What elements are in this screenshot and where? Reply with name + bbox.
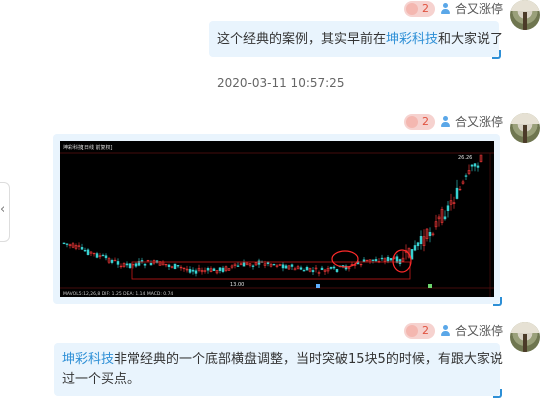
candle-body — [305, 266, 309, 271]
badge-dot-icon — [406, 3, 418, 15]
candle-body — [128, 263, 132, 268]
stock-chart-image[interactable]: 坤彩科技 [日线 前复权] 26.26 13.00 MAVOL5:12,26,8… — [60, 141, 494, 297]
badge-dot-icon — [406, 325, 418, 337]
chart-indicator-row: MAVOL5:12,26,8 DIF: 1.25 DEA: 1.14 MACD:… — [63, 291, 173, 297]
bubble-corner-icon — [492, 50, 501, 59]
message-bubble: 坤彩科技非常经典的一个底部横盘调整，当时突破15块5的时候，有跟大家说 过一个买… — [54, 343, 503, 398]
message-bubble: 坤彩科技 [日线 前复权] 26.26 13.00 MAVOL5:12,26,8… — [53, 134, 502, 306]
candle-body — [95, 253, 99, 258]
candle-body — [416, 242, 420, 247]
bubble-corner-icon — [493, 389, 502, 398]
avatar[interactable] — [510, 0, 540, 30]
candle-body — [221, 267, 225, 272]
candle-body — [443, 216, 447, 220]
user-icon — [440, 325, 451, 336]
candle-body — [257, 260, 261, 265]
candle-body — [380, 257, 384, 260]
badge-dot-icon — [406, 116, 418, 128]
avatar[interactable] — [510, 322, 540, 352]
avatar[interactable] — [510, 113, 540, 143]
candle-body — [464, 175, 468, 177]
stock-link[interactable]: 坤彩科技 — [386, 32, 438, 47]
candle-body — [386, 256, 390, 262]
candle-body — [329, 266, 333, 269]
username[interactable]: 合又涨停 — [440, 113, 503, 130]
username[interactable]: 合又涨停 — [440, 322, 503, 339]
candle-body — [191, 269, 195, 272]
candle-body — [335, 268, 339, 272]
candle-body — [473, 163, 477, 167]
candle-body — [194, 270, 198, 274]
message-timestamp: 2020-03-11 10:57:25 — [217, 76, 345, 90]
candle-body — [410, 249, 414, 260]
candle-body — [167, 264, 171, 267]
candle-body — [83, 249, 87, 252]
highlight-circle — [331, 250, 359, 268]
candlestick-chart: 坤彩科技 [日线 前复权] 26.26 13.00 MAVOL5:12,26,8… — [60, 144, 494, 297]
candle-body — [362, 259, 366, 263]
message-text-line: 坤彩科技非常经典的一个底部横盘调整，当时突破15块5的时候，有跟大家说 — [62, 352, 503, 367]
candle-body — [80, 247, 84, 250]
candle-body — [176, 265, 180, 267]
candle-body — [332, 266, 336, 269]
candle-body — [446, 205, 450, 211]
candle-body — [455, 187, 459, 199]
reply-count-badge[interactable]: 2 — [404, 323, 435, 339]
candle-body — [428, 231, 432, 237]
candle-body — [125, 263, 129, 266]
candle-body — [65, 243, 69, 245]
chart-stock-name: 坤彩科技 — [63, 144, 83, 151]
chart-high-label: 26.26 — [458, 155, 472, 161]
candle-body — [188, 269, 192, 273]
candle-body — [116, 261, 120, 265]
candle-body — [140, 260, 144, 262]
candle-body — [242, 262, 246, 267]
candle-body — [371, 259, 375, 261]
candle-body — [212, 268, 216, 271]
message-bubble: 这个经典的案例，其实早前在坤彩科技和大家说了 — [209, 21, 503, 59]
candle-body — [320, 267, 324, 271]
candle-body — [110, 259, 114, 263]
candle-body — [299, 267, 303, 270]
candle-body — [104, 255, 108, 259]
chart-low-label: 13.00 — [230, 282, 244, 288]
candle-body — [218, 267, 222, 271]
reply-count-badge[interactable]: 2 — [404, 1, 435, 17]
user-icon — [440, 116, 451, 127]
candle-body — [272, 263, 276, 266]
candle-body — [302, 270, 306, 272]
stock-link[interactable]: 坤彩科技 — [62, 352, 114, 367]
candle-body — [134, 263, 138, 267]
candle-body — [413, 245, 417, 251]
candle-body — [389, 258, 393, 261]
candle-body — [290, 264, 294, 267]
candle-body — [236, 265, 240, 267]
reply-count-badge[interactable]: 2 — [404, 114, 435, 130]
username[interactable]: 合又涨停 — [440, 0, 503, 17]
candle-body — [62, 242, 66, 244]
candle-body — [419, 236, 423, 244]
candle-body — [470, 164, 474, 167]
candle-body — [101, 254, 105, 257]
candle-body — [86, 249, 90, 255]
candle-body — [374, 259, 378, 262]
candle-body — [143, 263, 147, 266]
candle-body — [398, 259, 402, 264]
candle-body — [206, 268, 210, 271]
message-text: 这个经典的案例，其实早前在坤彩科技和大家说了 — [217, 32, 504, 47]
message-text-line: 过一个买点。 — [62, 372, 141, 387]
candle-body — [476, 165, 480, 168]
candle-body — [281, 264, 285, 269]
candle-body — [149, 263, 153, 266]
bubble-corner-icon — [493, 297, 502, 306]
chart-period-tag: [日线 前复权] — [82, 144, 113, 151]
user-icon — [440, 3, 451, 14]
candle-body — [284, 265, 288, 269]
candle-body — [173, 263, 177, 270]
candle-body — [251, 265, 255, 267]
chevron-left-icon[interactable]: ‹ — [0, 202, 5, 217]
candle-body — [311, 270, 315, 273]
